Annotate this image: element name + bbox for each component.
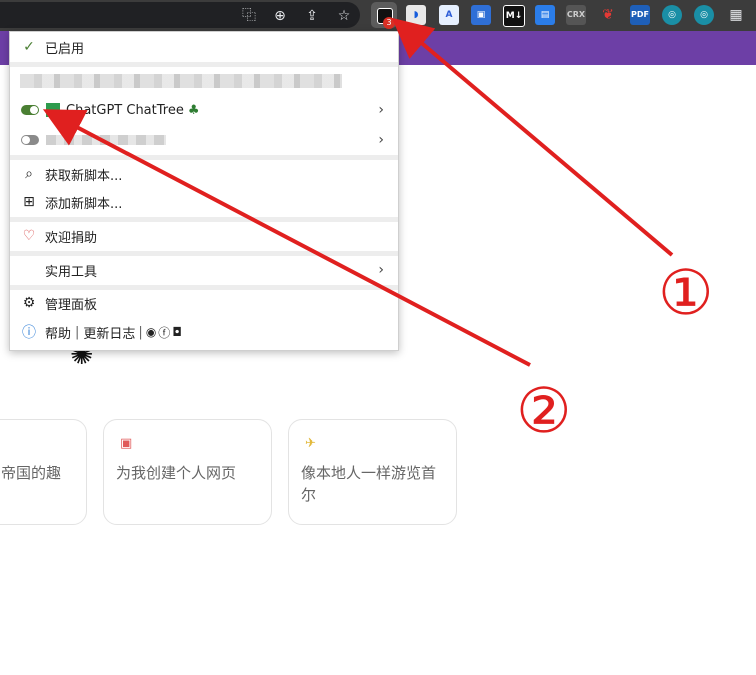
arrow-2	[42, 109, 531, 367]
annotation-label-2: ②	[516, 374, 572, 447]
arrow-1	[391, 17, 674, 257]
annotation-arrows	[42, 17, 674, 367]
annotation-label-1: ①	[658, 256, 714, 329]
